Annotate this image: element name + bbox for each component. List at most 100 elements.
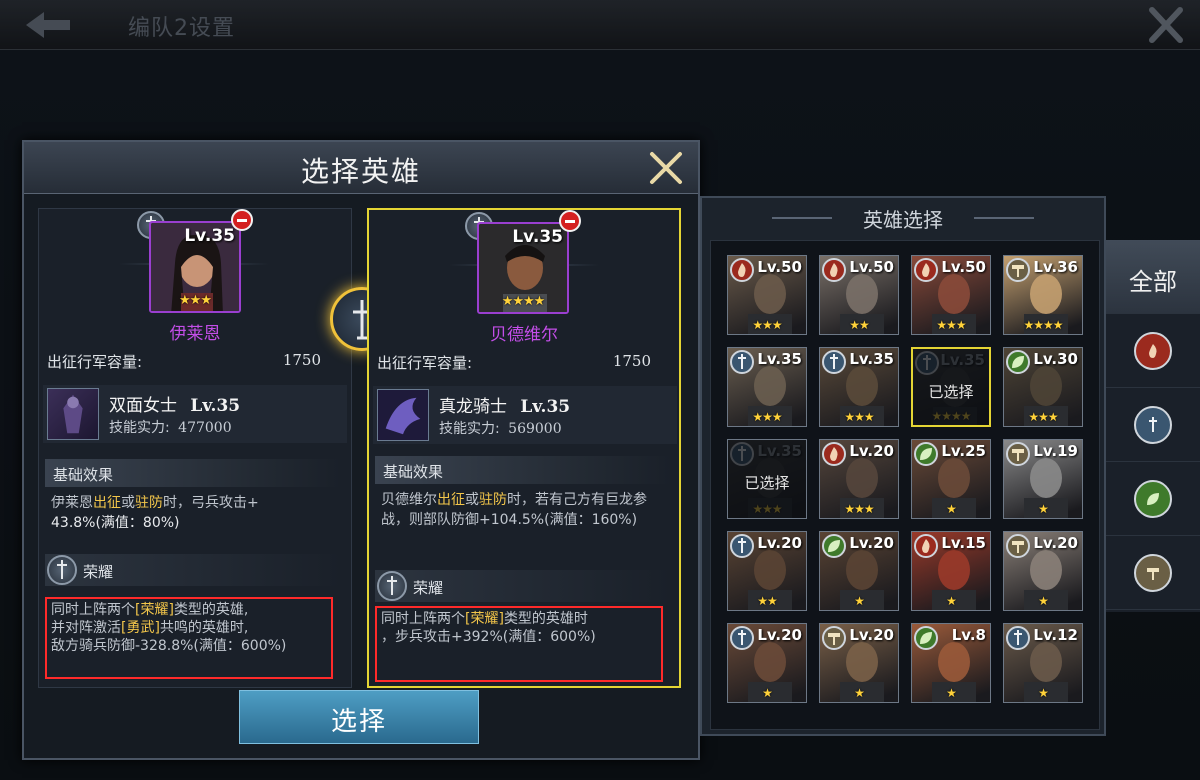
filter-tab-sword[interactable]: [1106, 388, 1200, 462]
honor-effect-box: 同时上阵两个[荣耀]类型的英雄时 ，步兵攻击+392%(满值：600%): [375, 606, 663, 682]
remove-hero-button[interactable]: [559, 210, 581, 232]
base-effect-header: 基础效果: [375, 456, 671, 484]
fire-icon: [1134, 332, 1172, 370]
hero-card[interactable]: Lv.25 ★: [911, 439, 991, 519]
hero-card[interactable]: Lv.20 ★: [727, 623, 807, 703]
hero-card[interactable]: Lv.50 ★★★: [911, 255, 991, 335]
honor-icon: [47, 555, 77, 585]
hero-slot-left[interactable]: Lv.35 ★★★ 伊莱恩 出征行军容量: 1750 双面女士 Lv.35 技能…: [38, 208, 352, 688]
honor-text: 并对阵激活: [51, 620, 121, 636]
hero-level: Lv.20: [757, 534, 802, 552]
hero-level: Lv.19: [1033, 442, 1078, 460]
dialog-title: 选择英雄: [300, 155, 421, 188]
hero-card[interactable]: Lv.8 ★: [911, 623, 991, 703]
leaf-faction-icon: [1006, 350, 1030, 374]
filter-tab-all[interactable]: 全部: [1106, 240, 1200, 314]
skill-title: 双面女士: [109, 396, 177, 416]
honor-tag: [荣耀]: [465, 611, 504, 627]
march-capacity: 出征行军容量: 1750: [47, 351, 343, 372]
skill-box: 真龙骑士 Lv.35 技能实力: 569000: [373, 386, 677, 444]
hero-stars: ★★★★: [501, 294, 546, 309]
skill-power-label: 技能实力:: [109, 420, 170, 436]
hero-stars: ★: [1038, 594, 1049, 608]
hero-level: Lv.30: [1033, 350, 1078, 368]
close-icon[interactable]: [646, 148, 686, 188]
hero-card[interactable]: Lv.20 ★: [819, 623, 899, 703]
hero-level: Lv.36: [1033, 258, 1078, 276]
hero-card[interactable]: Lv.50 ★★: [819, 255, 899, 335]
hero-card[interactable]: Lv.20 ★: [819, 531, 899, 611]
hero-level: Lv.15: [941, 534, 986, 552]
leaf-icon: [1134, 480, 1172, 518]
hero-card[interactable]: Lv.50 ★★★: [727, 255, 807, 335]
hero-card[interactable]: Lv.20 ★: [1003, 531, 1083, 611]
remove-hero-button[interactable]: [231, 209, 253, 231]
filter-tab-hammer[interactable]: [1106, 536, 1200, 610]
fire-faction-icon: [914, 258, 938, 282]
skill-icon: [47, 388, 99, 440]
skill-power: 技能实力: 569000: [439, 418, 562, 438]
hero-slot-right[interactable]: Lv.35 ★★★★ 贝德维尔 出征行军容量: 1750 真龙骑士 Lv.35 …: [367, 208, 681, 688]
hero-stars: ★★★: [752, 318, 782, 332]
hero-level: Lv.20: [849, 534, 894, 552]
hero-portrait[interactable]: Lv.35 ★★★: [149, 221, 241, 313]
capacity-label: 出征行军容量:: [377, 354, 473, 372]
hammer-icon: [1134, 554, 1172, 592]
hero-card[interactable]: Lv.12 ★: [1003, 623, 1083, 703]
hero-card[interactable]: Lv.35 ★★★★ 已选择: [911, 347, 991, 427]
hero-portrait[interactable]: Lv.35 ★★★★: [477, 222, 569, 314]
hero-picker-panel: 英雄选择 Lv.50 ★★★ Lv.50 ★★ Lv.50 ★★★ Lv.36: [700, 196, 1106, 736]
sword-faction-icon: [1006, 626, 1030, 650]
hero-stars: ★★★: [936, 318, 966, 332]
hero-stars: ★★: [849, 318, 870, 332]
hero-card[interactable]: Lv.20 ★★: [727, 531, 807, 611]
hero-level: Lv.20: [849, 626, 894, 644]
divider: [974, 217, 1034, 219]
honor-text: 同时上阵两个: [51, 602, 135, 618]
hero-level: Lv.50: [941, 258, 986, 276]
filter-tab-leaf[interactable]: [1106, 462, 1200, 536]
hero-stars: ★: [946, 594, 957, 608]
sword-faction-icon: [822, 350, 846, 374]
select-button[interactable]: 选择: [239, 690, 479, 744]
honor-tag: [勇武]: [121, 620, 160, 636]
hero-name: 贝德维尔: [490, 325, 558, 345]
hero-card[interactable]: Lv.35 ★★★: [819, 347, 899, 427]
hero-card[interactable]: Lv.35 ★★★: [727, 347, 807, 427]
honor-text: 类型的英雄,: [173, 602, 249, 618]
dialog-header: 选择英雄: [24, 142, 698, 194]
honor-text: ，步兵攻击+392%(满值：600%): [381, 629, 596, 645]
hero-level: Lv.35: [757, 350, 802, 368]
hero-stars: ★: [1038, 502, 1049, 516]
filter-tab-label: 全部: [1129, 268, 1177, 296]
skill-box: 双面女士 Lv.35 技能实力: 477000: [43, 385, 347, 443]
skill-power-label: 技能实力:: [439, 421, 500, 437]
hero-card[interactable]: Lv.15 ★: [911, 531, 991, 611]
honor-label: 荣耀: [83, 563, 114, 581]
hero-level: Lv.35: [849, 350, 894, 368]
hero-level: Lv.8: [951, 626, 986, 644]
effect-hero: 伊莱恩: [51, 495, 93, 511]
effect-desc: 时，弓兵攻击+: [163, 495, 259, 511]
hero-name: 伊莱恩: [169, 324, 221, 344]
hero-card[interactable]: Lv.36 ★★★★: [1003, 255, 1083, 335]
effect-keyword: 驻防: [479, 492, 507, 508]
hero-level: Lv.35: [512, 227, 563, 247]
hero-card[interactable]: Lv.19 ★: [1003, 439, 1083, 519]
hammer-faction-icon: [822, 626, 846, 650]
honor-header: 荣耀: [45, 554, 341, 586]
effect-keyword: 驻防: [135, 495, 163, 511]
picker-title: 英雄选择: [863, 208, 943, 232]
hammer-faction-icon: [1006, 258, 1030, 282]
hero-level: Lv.20: [1033, 534, 1078, 552]
hero-grid[interactable]: Lv.50 ★★★ Lv.50 ★★ Lv.50 ★★★ Lv.36 ★★★★: [710, 240, 1100, 730]
filter-tab-fire[interactable]: [1106, 314, 1200, 388]
honor-header: 荣耀: [375, 570, 671, 602]
hero-card[interactable]: Lv.20 ★★★: [819, 439, 899, 519]
fire-faction-icon: [822, 442, 846, 466]
hero-card[interactable]: Lv.35 ★★★ 已选择: [727, 439, 807, 519]
hero-card[interactable]: Lv.30 ★★★: [1003, 347, 1083, 427]
skill-icon: [377, 389, 429, 441]
capacity-value: 1750: [282, 351, 321, 369]
selected-label: 已选择: [928, 383, 974, 401]
